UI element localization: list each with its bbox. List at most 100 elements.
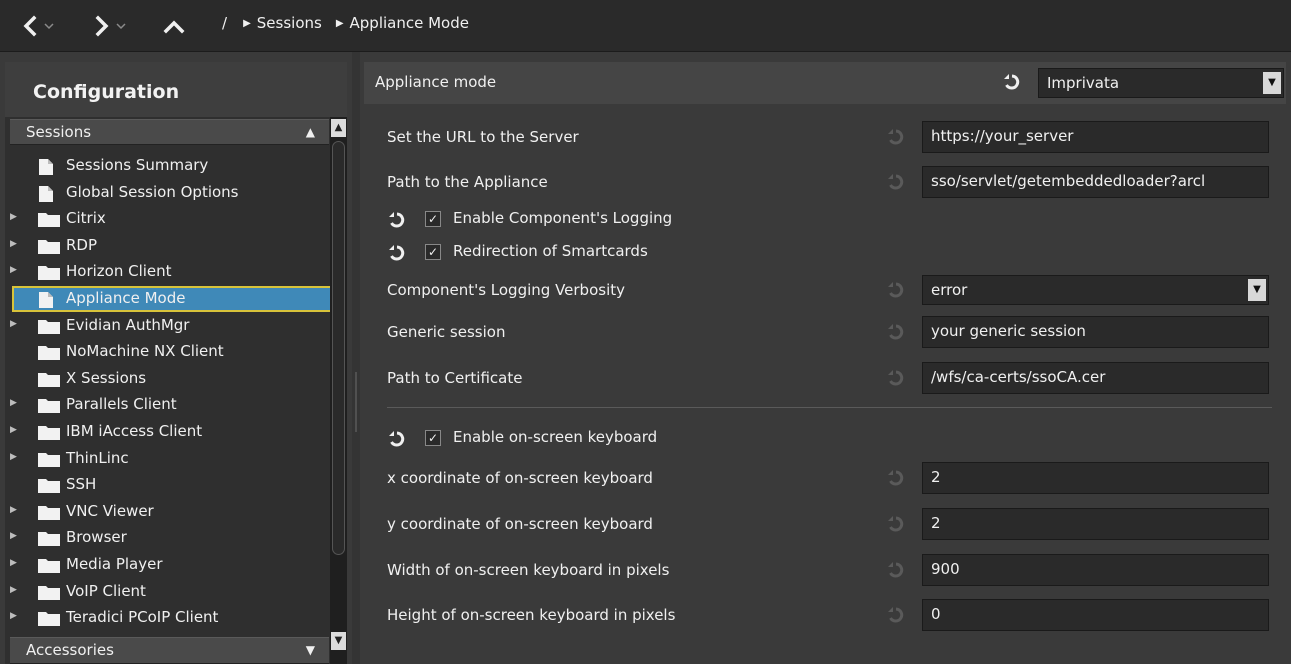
field-label: Width of on-screen keyboard in pixels (387, 561, 670, 579)
redirect-smartcards-checkbox[interactable]: ✓ (425, 244, 441, 260)
dropdown-arrow-icon: ▼ (1248, 279, 1266, 301)
sidebar-item-label: Horizon Client (66, 262, 172, 280)
kbd-width-input[interactable]: 900 (922, 554, 1269, 586)
select-value: error (931, 281, 968, 299)
reset-icon[interactable] (888, 607, 904, 627)
sidebar-item-ssh[interactable]: SSH (10, 472, 329, 498)
reset-icon[interactable] (888, 562, 904, 582)
sidebar-item-vnc-viewer[interactable]: ▶ VNC Viewer (10, 499, 329, 525)
reset-icon[interactable] (389, 212, 405, 232)
enable-logging-checkbox[interactable]: ✓ (425, 211, 441, 227)
dropdown-arrow-icon: ▼ (1263, 72, 1281, 94)
select-value: Imprivata (1047, 74, 1120, 92)
folder-icon (38, 264, 60, 284)
reset-icon[interactable] (888, 370, 904, 390)
sidebar-item-rdp[interactable]: ▶ RDP (10, 233, 329, 259)
expand-arrow-icon[interactable]: ▶ (10, 319, 17, 329)
expand-arrow-icon[interactable]: ▶ (10, 212, 17, 222)
panel-splitter[interactable] (352, 52, 360, 664)
reset-icon[interactable] (888, 174, 904, 194)
expand-arrow-icon[interactable]: ▶ (10, 398, 17, 408)
cert-path-input[interactable]: /wfs/ca-certs/ssoCA.cer (922, 362, 1269, 394)
reset-icon[interactable] (888, 129, 904, 149)
sidebar-item-nomachine-nx-client[interactable]: NoMachine NX Client (10, 339, 329, 365)
reset-icon[interactable] (1004, 74, 1020, 94)
breadcrumb-appliance-mode[interactable]: ▶ Appliance Mode (336, 14, 469, 32)
triangle-right-icon: ▶ (335, 17, 344, 29)
up-button[interactable] (163, 9, 185, 43)
reset-icon[interactable] (389, 245, 405, 265)
expand-arrow-icon[interactable]: ▶ (10, 452, 17, 462)
back-button[interactable] (22, 9, 54, 43)
sidebar-item-media-player[interactable]: ▶ Media Player (10, 552, 329, 578)
breadcrumb-root[interactable]: / (222, 14, 227, 32)
appliance-mode-header: Appliance mode Imprivata ▼ (364, 62, 1286, 104)
row-logging-verbosity: Component's Logging Verbosity error ▼ (362, 271, 1291, 311)
sidebar-item-global-session-options[interactable]: Global Session Options (10, 180, 329, 206)
sidebar-item-parallels-client[interactable]: ▶ Parallels Client (10, 392, 329, 418)
sidebar-item-label: ThinLinc (66, 449, 129, 467)
reset-icon[interactable] (888, 324, 904, 344)
breadcrumb-label: Appliance Mode (349, 14, 469, 32)
section-sessions[interactable]: Sessions ▲ (10, 119, 329, 145)
navigation-toolbar: / ▶ Sessions ▶ Appliance Mode (0, 0, 1291, 52)
expand-arrow-icon[interactable]: ▶ (10, 585, 17, 595)
sidebar-item-thinlinc[interactable]: ▶ ThinLinc (10, 446, 329, 472)
row-kbd-x: x coordinate of on-screen keyboard 2 (362, 459, 1291, 499)
sidebar-item-appliance-mode[interactable]: Appliance Mode (12, 286, 334, 312)
sidebar-scrollbar[interactable]: ▲ ▼ (330, 117, 347, 664)
section-accessories[interactable]: Accessories ▼ (10, 637, 329, 664)
scroll-up-button[interactable]: ▲ (331, 119, 346, 137)
forward-button[interactable] (94, 9, 126, 43)
kbd-height-input[interactable]: 0 (922, 599, 1269, 631)
appliance-path-input[interactable]: sso/servlet/getembeddedloader?arcl (922, 166, 1269, 198)
sidebar-item-sessions-summary[interactable]: Sessions Summary (10, 153, 329, 179)
triangle-right-icon: ▶ (243, 17, 251, 29)
row-kbd-height: Height of on-screen keyboard in pixels 0 (362, 596, 1291, 636)
folder-icon (38, 211, 60, 231)
scrollbar-thumb[interactable] (332, 141, 345, 555)
sidebar-item-ibm-iaccess-client[interactable]: ▶ IBM iAccess Client (10, 419, 329, 445)
reset-icon[interactable] (888, 282, 904, 302)
sidebar-item-browser[interactable]: ▶ Browser (10, 525, 329, 551)
breadcrumb: / ▶ Sessions ▶ Appliance Mode (222, 14, 483, 32)
breadcrumb-sessions[interactable]: ▶ Sessions (243, 14, 322, 32)
folder-icon (38, 477, 60, 497)
expand-arrow-icon[interactable]: ▶ (10, 265, 17, 275)
sidebar-item-label: Media Player (66, 555, 163, 573)
expand-arrow-icon[interactable]: ▶ (10, 558, 17, 568)
sidebar-item-evidian-authmgr[interactable]: ▶ Evidian AuthMgr (10, 313, 329, 339)
reset-icon[interactable] (888, 470, 904, 490)
checkbox-label: Enable on-screen keyboard (453, 428, 658, 446)
sidebar-item-x-sessions[interactable]: X Sessions (10, 366, 329, 392)
reset-icon[interactable] (389, 431, 405, 451)
reset-icon[interactable] (888, 516, 904, 536)
splitter-grip[interactable] (355, 372, 357, 432)
logging-verbosity-select[interactable]: error ▼ (922, 275, 1269, 305)
folder-icon (38, 610, 60, 630)
row-enable-osk: ✓ Enable on-screen keyboard (362, 424, 962, 454)
field-label: Height of on-screen keyboard in pixels (387, 606, 676, 624)
server-url-input[interactable]: https://your_server (922, 121, 1269, 153)
kbd-y-input[interactable]: 2 (922, 508, 1269, 540)
expand-arrow-icon[interactable]: ▶ (10, 531, 17, 541)
expand-arrow-icon[interactable]: ▶ (10, 611, 17, 621)
kbd-x-input[interactable]: 2 (922, 462, 1269, 494)
scroll-down-button[interactable]: ▼ (331, 632, 346, 650)
sidebar-item-voip-client[interactable]: ▶ VoIP Client (10, 579, 329, 605)
row-redirect-smartcards: ✓ Redirection of Smartcards (362, 238, 962, 268)
expand-arrow-icon[interactable]: ▶ (10, 425, 17, 435)
chevron-up-icon (163, 20, 185, 34)
sidebar-item-label: IBM iAccess Client (66, 422, 203, 440)
generic-session-input[interactable]: your generic session (922, 316, 1269, 348)
enable-osk-checkbox[interactable]: ✓ (425, 430, 441, 446)
sidebar-item-horizon-client[interactable]: ▶ Horizon Client (10, 259, 329, 285)
sidebar-item-citrix[interactable]: ▶ Citrix (10, 206, 329, 232)
sidebar-item-label: VNC Viewer (66, 502, 154, 520)
expand-arrow-icon[interactable]: ▶ (10, 505, 17, 515)
folder-icon (38, 424, 60, 444)
expand-arrow-icon[interactable]: ▶ (10, 239, 17, 249)
sidebar-item-teradici-pcoip-client[interactable]: ▶ Teradici PCoIP Client (10, 605, 329, 631)
appliance-mode-select[interactable]: Imprivata ▼ (1038, 68, 1284, 98)
section-title: Appliance mode (375, 73, 497, 91)
